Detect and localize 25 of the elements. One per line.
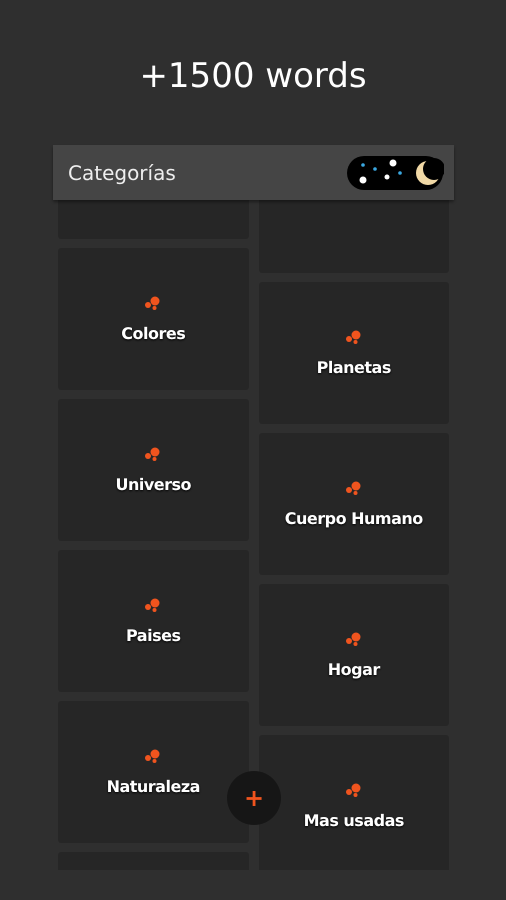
header-title: Categorías [68, 160, 176, 184]
category-label: Cuerpo Humano [284, 508, 423, 528]
dots-icon [344, 632, 363, 648]
dots-icon [344, 480, 363, 496]
category-label: Naturaleza [106, 776, 200, 796]
category-card[interactable]: Paises [58, 550, 248, 692]
app-title: +1500 words [138, 55, 368, 98]
dots-icon [144, 296, 162, 312]
dots-icon [144, 446, 162, 462]
category-card[interactable]: Cuerpo Humano [258, 433, 449, 575]
category-label: Hogar [328, 660, 380, 678]
dots-icon [144, 598, 162, 614]
dots-icon [344, 330, 363, 346]
category-label: Colores [121, 324, 186, 342]
dots-icon [144, 748, 162, 764]
category-card[interactable]: Colores [58, 248, 248, 390]
category-label: Universo [115, 474, 192, 494]
category-card[interactable]: Hogar [258, 584, 449, 726]
night-mode-toggle[interactable] [346, 154, 444, 190]
category-label: Mas usadas [304, 810, 404, 830]
category-label: Paises [126, 626, 180, 644]
dots-icon [344, 782, 363, 798]
category-card[interactable]: Universo [58, 399, 248, 541]
category-card[interactable]: Planetas [258, 282, 449, 424]
category-label: Planetas [316, 358, 391, 376]
